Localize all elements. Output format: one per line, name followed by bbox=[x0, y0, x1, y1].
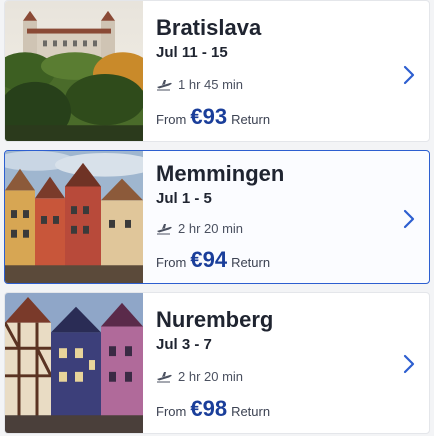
destination-city: Bratislava bbox=[156, 15, 262, 40]
flight-duration: 2 hr 20 min bbox=[156, 369, 243, 384]
from-label: From bbox=[156, 112, 187, 127]
chevron-right-icon[interactable] bbox=[401, 209, 417, 229]
destination-card-bratislava[interactable]: Bratislava Jul 11 - 15 1 hr 45 min From … bbox=[4, 0, 430, 142]
trip-dates: Jul 3 - 7 bbox=[156, 336, 212, 353]
destination-photo bbox=[5, 293, 143, 433]
price-value: €93 bbox=[190, 104, 228, 129]
destination-list: Bratislava Jul 11 - 15 1 hr 45 min From … bbox=[0, 0, 434, 436]
destination-photo bbox=[5, 151, 143, 283]
trip-dates: Jul 1 - 5 bbox=[156, 190, 212, 207]
from-label: From bbox=[156, 255, 187, 270]
trip-dates: Jul 11 - 15 bbox=[156, 44, 228, 61]
trip-type-label: Return bbox=[231, 255, 271, 270]
destination-card-memmingen[interactable]: Memmingen Jul 1 - 5 2 hr 20 min From €94… bbox=[4, 150, 430, 284]
flight-duration-text: 2 hr 20 min bbox=[178, 221, 244, 236]
plane-icon bbox=[157, 79, 172, 90]
price-row: From €94 Return bbox=[156, 247, 270, 273]
flight-duration: 1 hr 45 min bbox=[156, 77, 243, 92]
flight-duration-text: 2 hr 20 min bbox=[178, 369, 244, 384]
plane-icon bbox=[157, 371, 172, 382]
chevron-right-icon[interactable] bbox=[401, 354, 417, 374]
flight-duration-text: 1 hr 45 min bbox=[178, 77, 244, 92]
price-value: €98 bbox=[190, 396, 228, 421]
flight-duration: 2 hr 20 min bbox=[156, 221, 243, 236]
chevron-right-icon[interactable] bbox=[401, 65, 417, 85]
from-label: From bbox=[156, 404, 187, 419]
plane-icon bbox=[157, 223, 172, 234]
price-value: €94 bbox=[190, 247, 228, 272]
destination-city: Nuremberg bbox=[156, 307, 274, 332]
price-row: From €93 Return bbox=[156, 104, 270, 130]
price-row: From €98 Return bbox=[156, 396, 270, 422]
trip-type-label: Return bbox=[231, 404, 271, 419]
destination-card-nuremberg[interactable]: Nuremberg Jul 3 - 7 2 hr 20 min From €98… bbox=[4, 292, 430, 434]
destination-city: Memmingen bbox=[156, 161, 285, 186]
destination-photo bbox=[5, 1, 143, 141]
trip-type-label: Return bbox=[231, 112, 271, 127]
